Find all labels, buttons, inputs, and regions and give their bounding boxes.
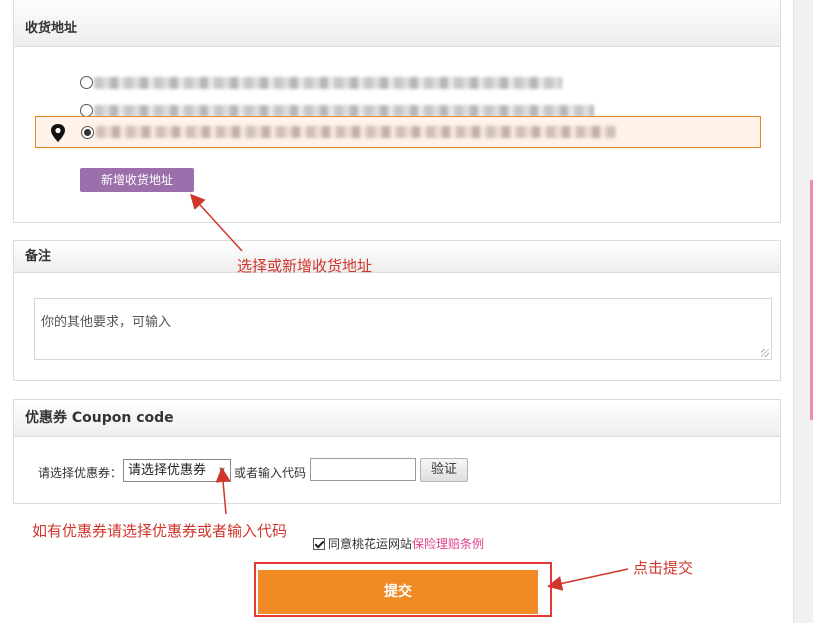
coupon-panel: 优惠券 Coupon code 请选择优惠券： 请选择优惠券 ∨ 或者输入代码 … xyxy=(13,399,781,504)
address-panel: 收货地址 新增收货地址 xyxy=(13,0,781,223)
coupon-title: 优惠券 Coupon code xyxy=(14,400,780,437)
coupon-code-input[interactable] xyxy=(310,458,416,481)
verify-button[interactable]: 验证 xyxy=(420,458,468,482)
remark-placeholder: 你的其他要求，可输入 xyxy=(41,315,172,330)
address-title: 收货地址 xyxy=(14,0,780,47)
insurance-terms-link[interactable]: 保险理赔条例 xyxy=(412,537,484,551)
agreement-checkbox[interactable] xyxy=(313,538,325,550)
remark-textarea[interactable]: 你的其他要求，可输入 xyxy=(34,298,772,360)
coupon-select-value: 请选择优惠券 xyxy=(128,463,207,478)
submit-button[interactable]: 提交 xyxy=(258,570,538,614)
coupon-or-text: 或者输入代码 xyxy=(234,466,307,480)
annotation-address: 选择或新增收货地址 xyxy=(237,257,373,275)
location-pin-icon xyxy=(51,124,65,142)
redacted-address xyxy=(94,77,562,89)
redacted-address xyxy=(96,126,616,138)
chevron-down-icon: ∨ xyxy=(217,464,226,477)
radio-icon[interactable] xyxy=(81,126,94,139)
address-option-selected[interactable] xyxy=(35,116,761,148)
resize-grip-icon[interactable] xyxy=(761,349,769,357)
radio-icon[interactable] xyxy=(80,76,93,89)
coupon-select[interactable]: 请选择优惠券 ∨ xyxy=(123,459,231,482)
remark-title: 备注 xyxy=(14,241,780,273)
agreement: 同意桃花运网站保险理赔条例 xyxy=(313,535,484,552)
agreement-text: 同意桃花运网站 xyxy=(328,537,413,551)
coupon-label: 请选择优惠券： xyxy=(38,466,123,480)
add-address-button[interactable]: 新增收货地址 xyxy=(80,168,194,192)
remark-panel: 备注 你的其他要求，可输入 xyxy=(13,240,781,381)
annotation-submit: 点击提交 xyxy=(633,559,694,577)
annotation-coupon: 如有优惠券请选择优惠券或者输入代码 xyxy=(32,522,288,540)
arrow-to-submit xyxy=(547,568,629,591)
